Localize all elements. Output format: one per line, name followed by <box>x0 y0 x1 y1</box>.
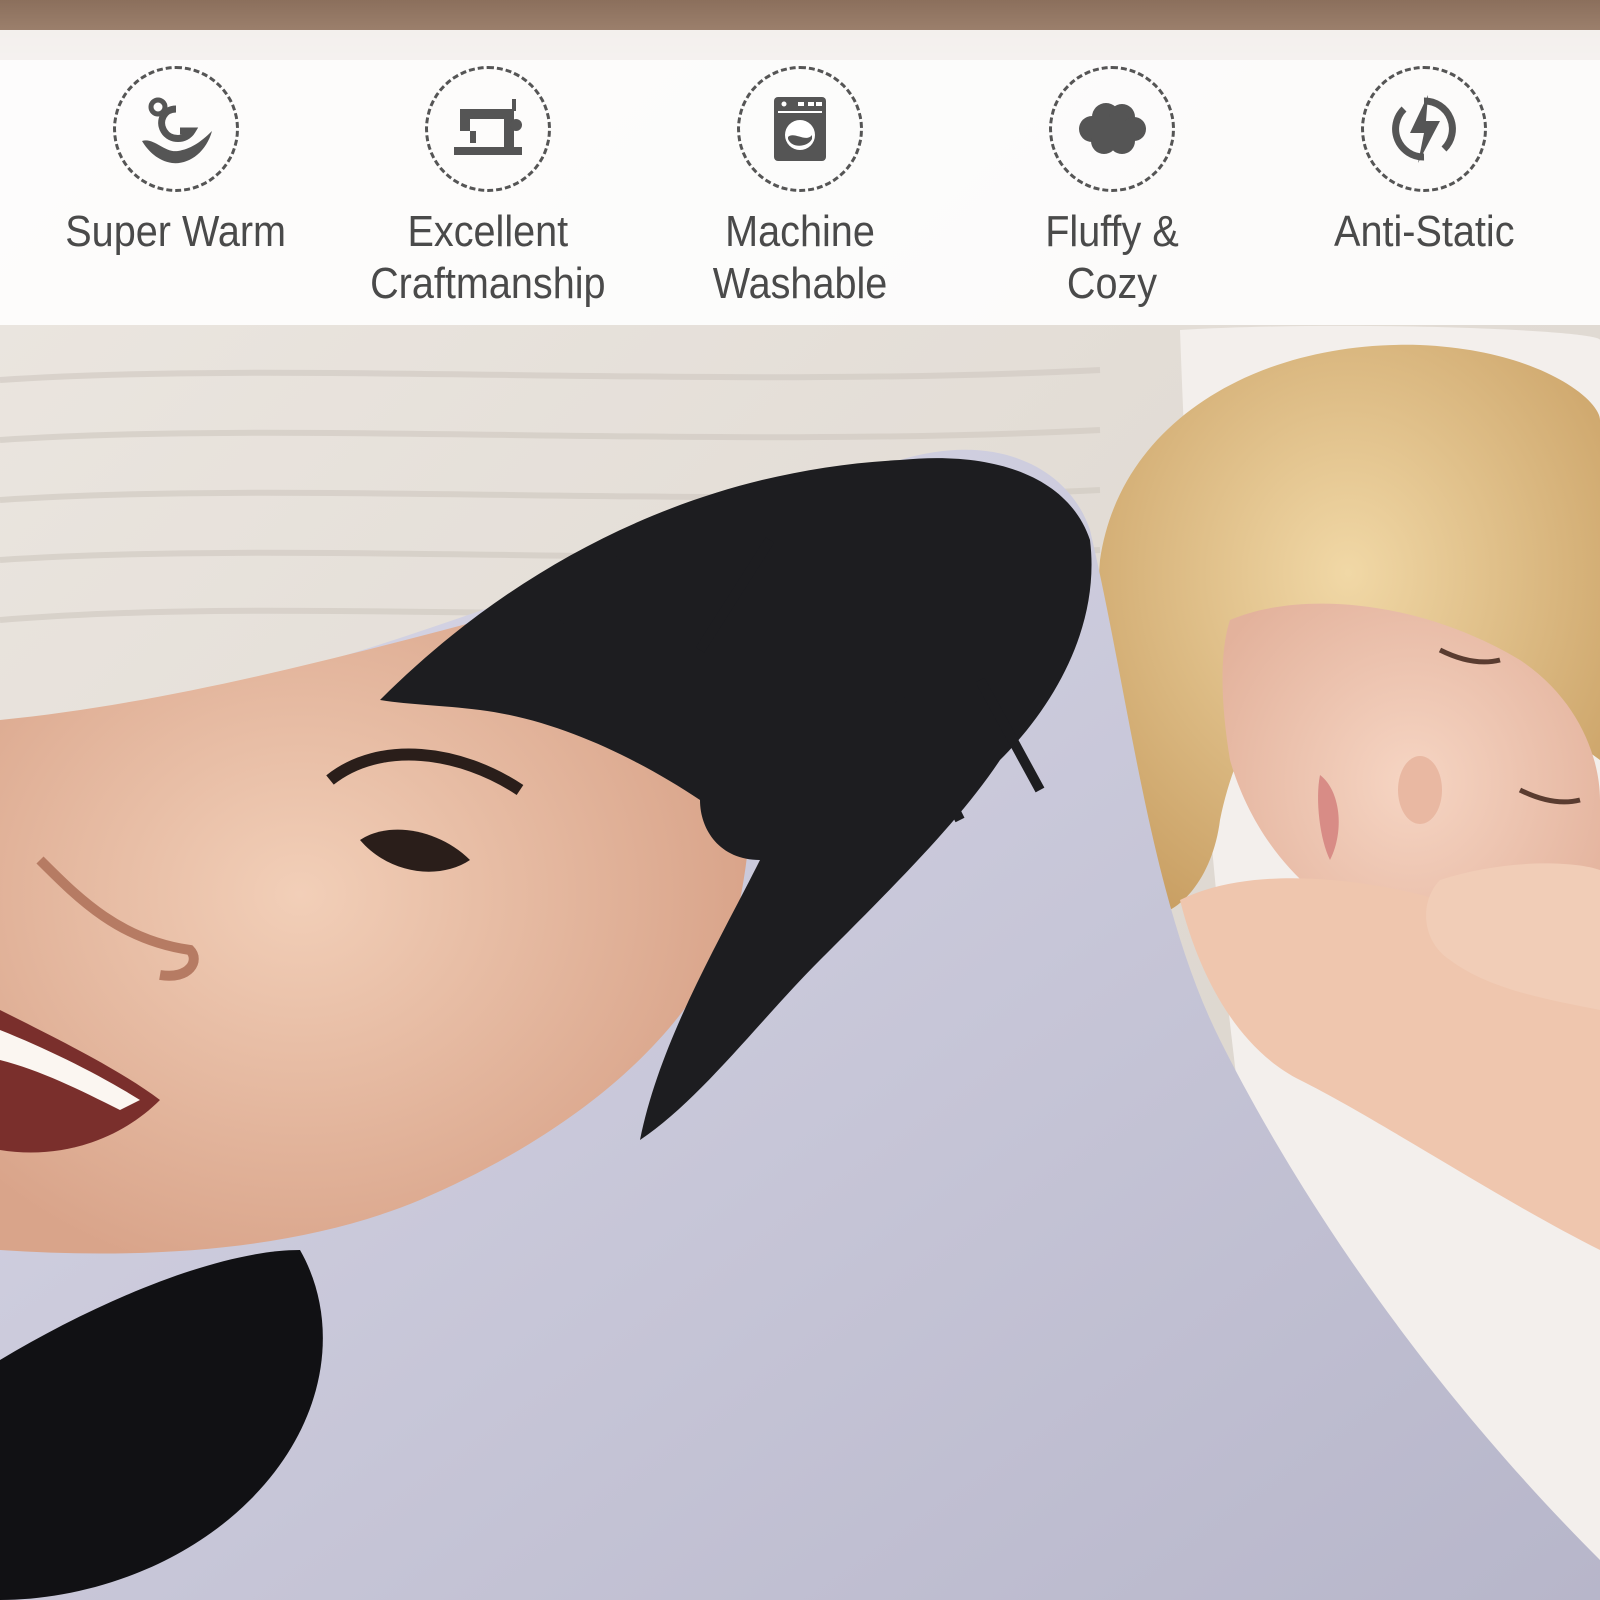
features-banner: Super Warm Excellent Craftmanship Machin… <box>0 30 1600 325</box>
feature-label: Fluffy & Cozy <box>1045 207 1179 308</box>
feature-anti-static: Anti-Static <box>1294 66 1554 258</box>
lightning-bolt-icon <box>1361 66 1487 192</box>
feature-label: Super Warm <box>65 207 287 256</box>
cloud-icon <box>1049 66 1175 192</box>
feature-label: Excellent Craftmanship <box>370 207 606 308</box>
feature-fluffy-cozy: Fluffy & Cozy <box>982 66 1242 310</box>
woman-nose <box>1398 756 1442 824</box>
feature-machine-washable: Machine Washable <box>670 66 930 310</box>
feature-label: Machine Washable <box>712 207 888 308</box>
feature-super-warm: Super Warm <box>46 66 306 258</box>
sewing-machine-icon <box>425 66 551 192</box>
washing-machine-icon <box>737 66 863 192</box>
feature-label: Anti-Static <box>1333 207 1515 256</box>
super-warm-icon <box>113 66 239 192</box>
feature-craftmanship: Excellent Craftmanship <box>358 66 618 310</box>
